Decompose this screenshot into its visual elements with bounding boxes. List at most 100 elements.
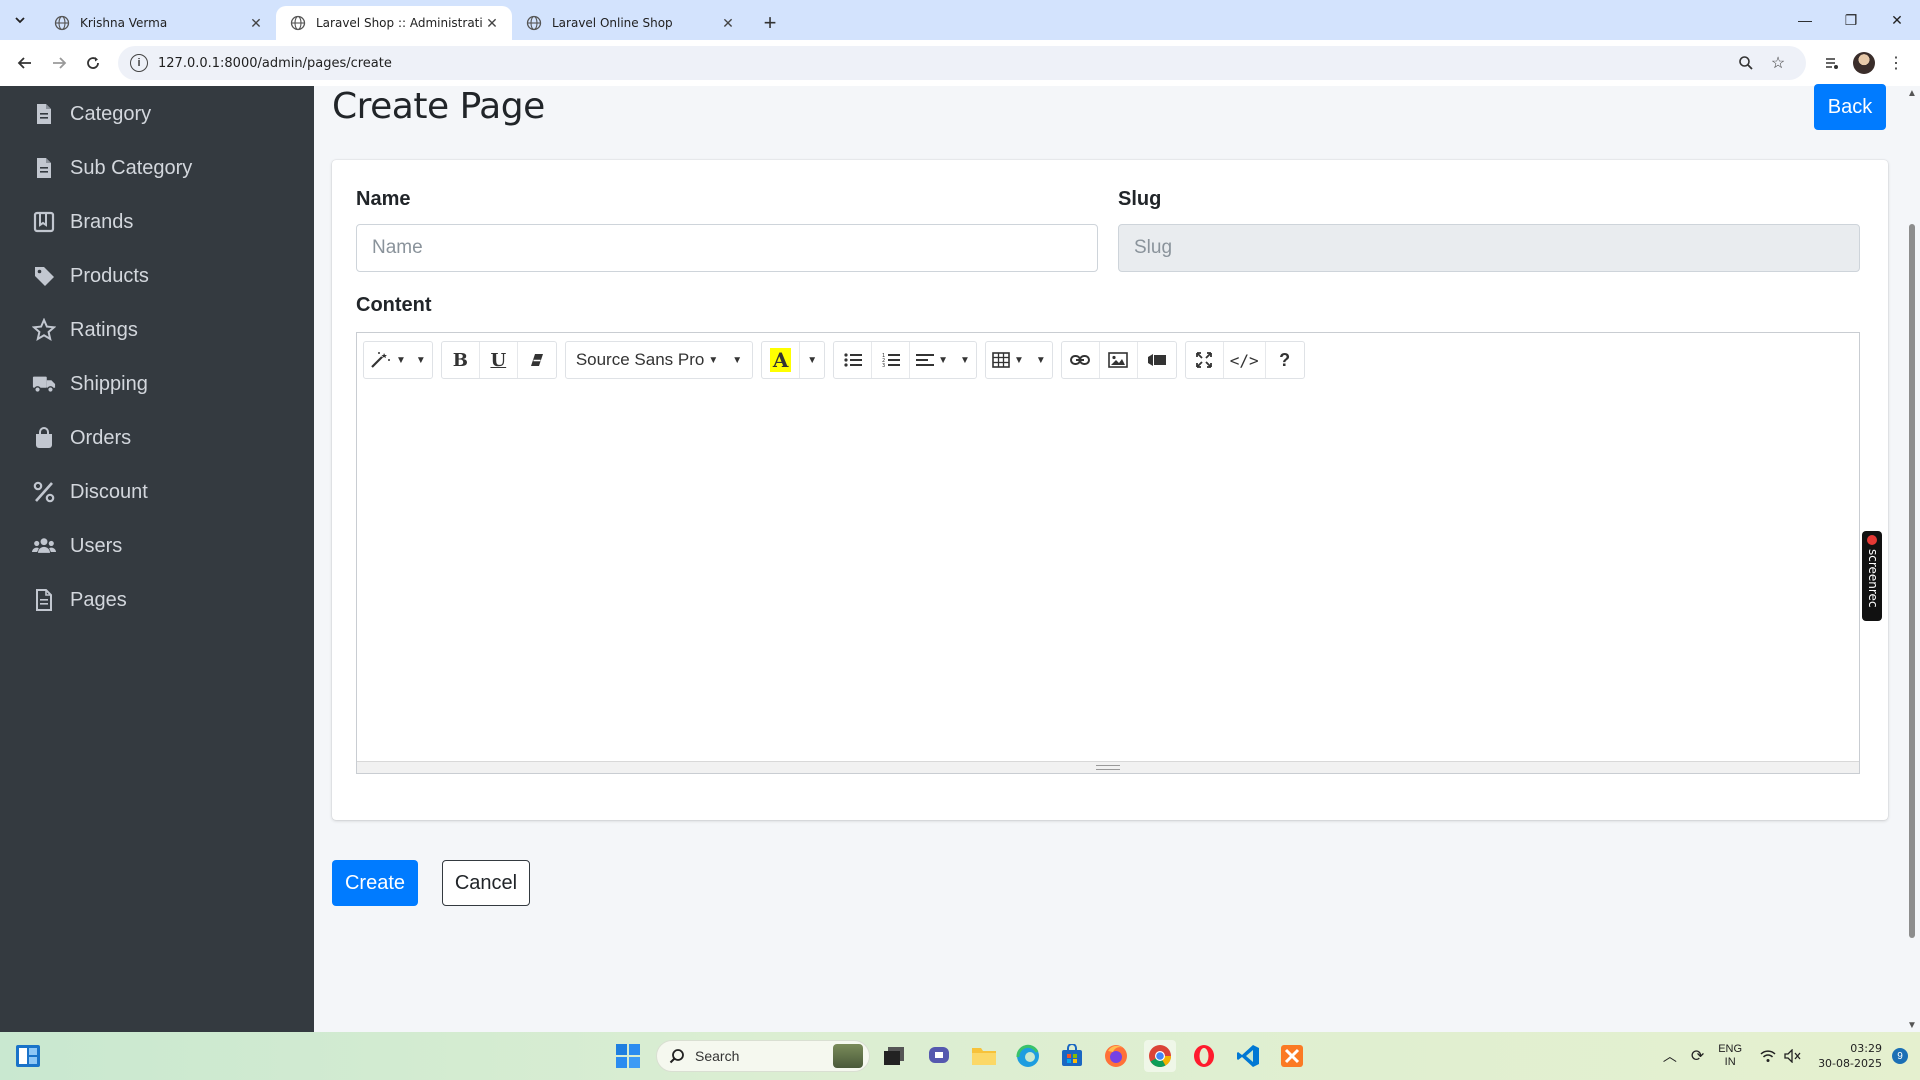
fullscreen-button[interactable] bbox=[1186, 342, 1224, 378]
cancel-button[interactable]: Cancel bbox=[442, 860, 530, 906]
scrollbar-thumb[interactable] bbox=[1909, 224, 1915, 938]
caret-down-icon: ▼ bbox=[415, 354, 426, 366]
language-indicator[interactable]: ENG IN bbox=[1718, 1043, 1742, 1069]
minimize-button[interactable]: — bbox=[1782, 0, 1828, 40]
new-tab-button[interactable]: + bbox=[752, 6, 788, 40]
code-icon: </> bbox=[1229, 350, 1259, 370]
wifi-icon[interactable] bbox=[1760, 1049, 1776, 1063]
record-dot-icon bbox=[1867, 535, 1877, 545]
chrome-icon[interactable] bbox=[1144, 1040, 1176, 1072]
close-icon[interactable]: ✕ bbox=[718, 13, 738, 33]
bold-button[interactable]: B bbox=[442, 342, 480, 378]
sidebar-item-products[interactable]: Products bbox=[32, 256, 149, 296]
bookmark-star-icon[interactable]: ☆ bbox=[1762, 47, 1794, 79]
sync-icon[interactable]: ⟳ bbox=[1691, 1046, 1704, 1066]
style-dropdown-button[interactable]: ▼ ▼ bbox=[364, 342, 432, 378]
teams-chat-icon[interactable] bbox=[924, 1040, 956, 1072]
insert-link-button[interactable] bbox=[1062, 342, 1100, 378]
widgets-icon[interactable] bbox=[12, 1040, 44, 1072]
caret-down-icon: ▼ bbox=[732, 354, 743, 366]
font-family-dropdown[interactable]: Source Sans Pro ▼ ▼ bbox=[566, 342, 752, 378]
paragraph-align-dropdown[interactable]: ▼ ▼ bbox=[910, 342, 976, 378]
info-icon[interactable]: i bbox=[130, 54, 148, 72]
profile-avatar[interactable] bbox=[1848, 47, 1880, 79]
list-ul-icon bbox=[844, 353, 862, 367]
unordered-list-button[interactable] bbox=[834, 342, 873, 378]
sidebar-item-label: Pages bbox=[70, 588, 127, 611]
sidebar-item-orders[interactable]: Orders bbox=[32, 418, 131, 458]
opera-icon[interactable] bbox=[1188, 1040, 1220, 1072]
font-style-group: B U bbox=[440, 341, 557, 379]
bold-icon: B bbox=[452, 349, 468, 371]
help-button[interactable]: ? bbox=[1266, 342, 1304, 378]
close-icon[interactable]: ✕ bbox=[482, 13, 502, 33]
notification-badge[interactable]: 9 bbox=[1892, 1048, 1908, 1064]
insert-group bbox=[1060, 341, 1177, 379]
forward-nav-button[interactable] bbox=[42, 46, 76, 80]
browser-tab-admin[interactable]: Laravel Shop :: Administrative P ✕ bbox=[276, 6, 512, 40]
close-icon[interactable]: ✕ bbox=[246, 13, 266, 33]
main-content: Create Page Back Name Slug Content ▼ ▼ B… bbox=[314, 84, 1904, 1032]
clock-date: 30-08-2025 bbox=[1818, 1057, 1882, 1070]
sidebar-item-users[interactable]: Users bbox=[32, 526, 122, 566]
vscode-icon[interactable] bbox=[1232, 1040, 1264, 1072]
video-icon bbox=[1147, 354, 1166, 366]
underline-button[interactable]: U bbox=[480, 342, 518, 378]
page-scrollbar[interactable]: ▲ ▼ bbox=[1904, 86, 1920, 1032]
sidebar-item-pages[interactable]: Pages bbox=[32, 580, 127, 620]
browser-tab-shop[interactable]: Laravel Online Shop ✕ bbox=[512, 6, 748, 40]
tab-search-button[interactable] bbox=[0, 0, 40, 40]
table-dropdown-button[interactable]: ▼ ▼ bbox=[986, 342, 1052, 378]
more-menu-icon[interactable]: ⋮ bbox=[1880, 47, 1912, 79]
sidebar-item-discount[interactable]: Discount bbox=[32, 472, 148, 512]
scroll-up-icon[interactable]: ▲ bbox=[1907, 88, 1917, 99]
task-view-icon[interactable] bbox=[878, 1040, 910, 1072]
create-button[interactable]: Create bbox=[332, 860, 418, 906]
editor-resize-handle[interactable] bbox=[357, 761, 1859, 773]
insert-video-button[interactable] bbox=[1138, 342, 1176, 378]
tab-label: Krishna Verma bbox=[80, 16, 168, 30]
browser-tab-krishna[interactable]: Krishna Verma ✕ bbox=[40, 6, 276, 40]
file-explorer-icon[interactable] bbox=[968, 1040, 1000, 1072]
slug-input[interactable] bbox=[1118, 224, 1860, 272]
xampp-icon[interactable] bbox=[1276, 1040, 1308, 1072]
sidebar-item-brands[interactable]: Brands bbox=[32, 202, 133, 242]
eraser-icon bbox=[530, 354, 543, 366]
sidebar-item-ratings[interactable]: Ratings bbox=[32, 310, 138, 350]
sidebar-item-label: Products bbox=[70, 264, 149, 287]
speaker-muted-icon[interactable] bbox=[1784, 1049, 1802, 1063]
close-window-button[interactable]: ✕ bbox=[1874, 0, 1920, 40]
editor-content-area[interactable] bbox=[357, 387, 1859, 763]
zoom-icon[interactable] bbox=[1730, 47, 1762, 79]
address-bar[interactable]: i 127.0.0.1:8000/admin/pages/create ☆ bbox=[118, 46, 1806, 80]
highlight-color-button[interactable]: A bbox=[762, 342, 801, 378]
sidebar-item-category[interactable]: Category bbox=[32, 94, 151, 134]
chevron-up-icon[interactable]: ︿ bbox=[1663, 1046, 1677, 1066]
clear-format-button[interactable] bbox=[518, 342, 556, 378]
windows-start-icon[interactable] bbox=[612, 1040, 644, 1072]
back-nav-button[interactable] bbox=[8, 46, 42, 80]
scroll-down-icon[interactable]: ▼ bbox=[1907, 1020, 1917, 1031]
taskbar-clock[interactable]: 03:29 30-08-2025 bbox=[1818, 1041, 1882, 1071]
color-dropdown-button[interactable]: ▼ bbox=[800, 342, 824, 378]
ordered-list-button[interactable]: 123 bbox=[872, 342, 911, 378]
caret-down-icon: ▼ bbox=[960, 354, 970, 366]
tag-icon bbox=[32, 264, 56, 288]
page-title: Create Page bbox=[332, 86, 545, 127]
insert-image-button[interactable] bbox=[1100, 342, 1138, 378]
screenrec-widget[interactable]: screenrec bbox=[1862, 531, 1882, 621]
media-control-icon[interactable] bbox=[1816, 47, 1848, 79]
back-button[interactable]: Back bbox=[1814, 84, 1886, 130]
taskbar-search[interactable]: Search bbox=[656, 1040, 870, 1072]
store-icon[interactable] bbox=[1056, 1040, 1088, 1072]
arrow-left-icon bbox=[17, 57, 31, 69]
restore-button[interactable]: ❐ bbox=[1828, 0, 1874, 40]
sidebar-item-shipping[interactable]: Shipping bbox=[32, 364, 148, 404]
reload-button[interactable] bbox=[76, 46, 110, 80]
edge-icon[interactable] bbox=[1012, 1040, 1044, 1072]
name-input[interactable] bbox=[356, 224, 1098, 272]
search-label: Search bbox=[695, 1048, 740, 1064]
code-view-button[interactable]: </> bbox=[1224, 342, 1266, 378]
sidebar-item-sub-category[interactable]: Sub Category bbox=[32, 148, 192, 188]
firefox-icon[interactable] bbox=[1100, 1040, 1132, 1072]
